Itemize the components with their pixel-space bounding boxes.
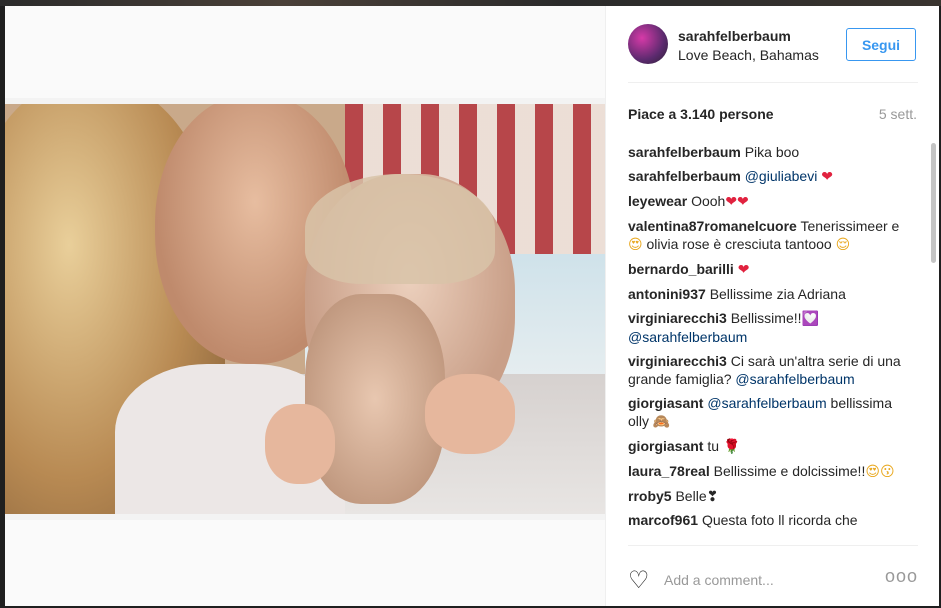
comment-item: valentina87romanelcuore Tenerissimeer e 😍…: [628, 217, 913, 254]
emoji-icon: 💟: [801, 311, 819, 327]
comment-text: Bellissime!!: [730, 310, 802, 326]
child-left-hand: [265, 404, 335, 484]
post-location[interactable]: Love Beach, Bahamas: [678, 47, 819, 63]
emoji-icon: 😍: [628, 237, 643, 253]
comment-mention[interactable]: @giuliabevi: [745, 168, 818, 184]
comment-item: sarahfelberbaum Pika boo: [628, 143, 913, 161]
avatar[interactable]: [628, 24, 668, 64]
emoji-icon: 😍😗: [865, 464, 895, 480]
more-options-icon[interactable]: ooo: [885, 566, 918, 587]
scrollbar-thumb[interactable]: [931, 143, 936, 263]
add-comment-input[interactable]: [664, 568, 864, 592]
comment-item: giorgiasant @sarahfelberbaum bellissima …: [628, 394, 913, 431]
comment-item: virginiarecchi3 Ci sarà un'altra serie d…: [628, 352, 913, 388]
post-username[interactable]: sarahfelberbaum: [678, 28, 791, 44]
comments-list: sarahfelberbaum Pika boo sarahfelberbaum …: [628, 143, 913, 539]
comment-mention[interactable]: @sarahfelberbaum: [735, 371, 854, 387]
comment-username[interactable]: giorgiasant: [628, 438, 703, 454]
post-modal: sarahfelberbaum Love Beach, Bahamas Segu…: [5, 6, 939, 606]
comment-text: Tenerissimeer e: [800, 218, 900, 234]
comment-username[interactable]: virginiarecchi3: [628, 353, 727, 369]
comment-text: Bellissime zia Adriana: [709, 286, 846, 302]
likes-count[interactable]: Piace a 3.140 persone: [628, 106, 774, 122]
emoji-icon: 🌹: [722, 439, 741, 455]
emoji-icon: ❤: [737, 262, 750, 278]
comment-username[interactable]: leyewear: [628, 193, 687, 209]
child-right-hand: [425, 374, 515, 454]
post-sidebar: sarahfelberbaum Love Beach, Bahamas Segu…: [605, 6, 939, 606]
comment-username[interactable]: sarahfelberbaum: [628, 144, 741, 160]
emoji-icon: 😌: [835, 237, 851, 253]
comment-text: Bellissime e dolcissime!!: [713, 463, 866, 479]
comment-username[interactable]: valentina87romanelcuore: [628, 218, 797, 234]
comment-username[interactable]: marcof961: [628, 512, 698, 528]
comment-text: tu: [707, 438, 723, 454]
post-timestamp[interactable]: 5 sett.: [879, 106, 917, 122]
child-hair: [305, 174, 495, 284]
heart-outline-icon[interactable]: ♡: [628, 568, 654, 592]
comment-text: Oooh: [691, 193, 726, 209]
comment-mention[interactable]: @sarahfelberbaum: [707, 395, 826, 411]
comment-username[interactable]: antonini937: [628, 286, 706, 302]
comment-text: Belle: [675, 488, 707, 504]
post-photo[interactable]: [5, 98, 605, 520]
comment-footer: ♡ ooo: [628, 545, 918, 607]
emoji-icon: 🙈: [652, 414, 671, 430]
comment-item: rroby5 Belle❣: [628, 487, 913, 505]
comment-item: virginiarecchi3 Bellissime!!💟 @sarahfelbe…: [628, 309, 913, 346]
follow-button[interactable]: Segui: [846, 28, 916, 61]
comment-text: Pika boo: [744, 144, 800, 160]
comment-item: antonini937 Bellissime zia Adriana: [628, 285, 913, 303]
photo-area: [5, 6, 605, 606]
comment-text: olivia rose è cresciuta tantooo: [642, 236, 836, 252]
comment-text: Questa foto ll ricorda che: [701, 512, 858, 528]
comment-username[interactable]: virginiarecchi3: [628, 310, 727, 326]
emoji-icon: ❤❤: [725, 194, 749, 210]
comment-item: sarahfelberbaum @giuliabevi ❤: [628, 167, 913, 186]
comment-item: giorgiasant tu 🌹: [628, 437, 913, 456]
comment-item: marcof961 Questa foto ll ricorda che: [628, 511, 913, 529]
comment-item: leyewear Oooh❤❤: [628, 192, 913, 211]
comment-username[interactable]: giorgiasant: [628, 395, 703, 411]
post-header: sarahfelberbaum Love Beach, Bahamas Segu…: [628, 24, 918, 83]
comment-item: laura_78real Bellissime e dolcissime!!😍😗: [628, 462, 913, 481]
comment-username[interactable]: rroby5: [628, 488, 672, 504]
comment-username[interactable]: bernardo_barilli: [628, 261, 734, 277]
comment-username[interactable]: sarahfelberbaum: [628, 168, 741, 184]
comment-username[interactable]: laura_78real: [628, 463, 710, 479]
comment-item: bernardo_barilli ❤: [628, 260, 913, 279]
comment-mention[interactable]: @sarahfelberbaum: [628, 329, 747, 345]
comment-text: ❣: [706, 488, 719, 504]
comments-scrollbar[interactable]: [930, 143, 938, 539]
emoji-icon: ❤: [821, 169, 833, 185]
